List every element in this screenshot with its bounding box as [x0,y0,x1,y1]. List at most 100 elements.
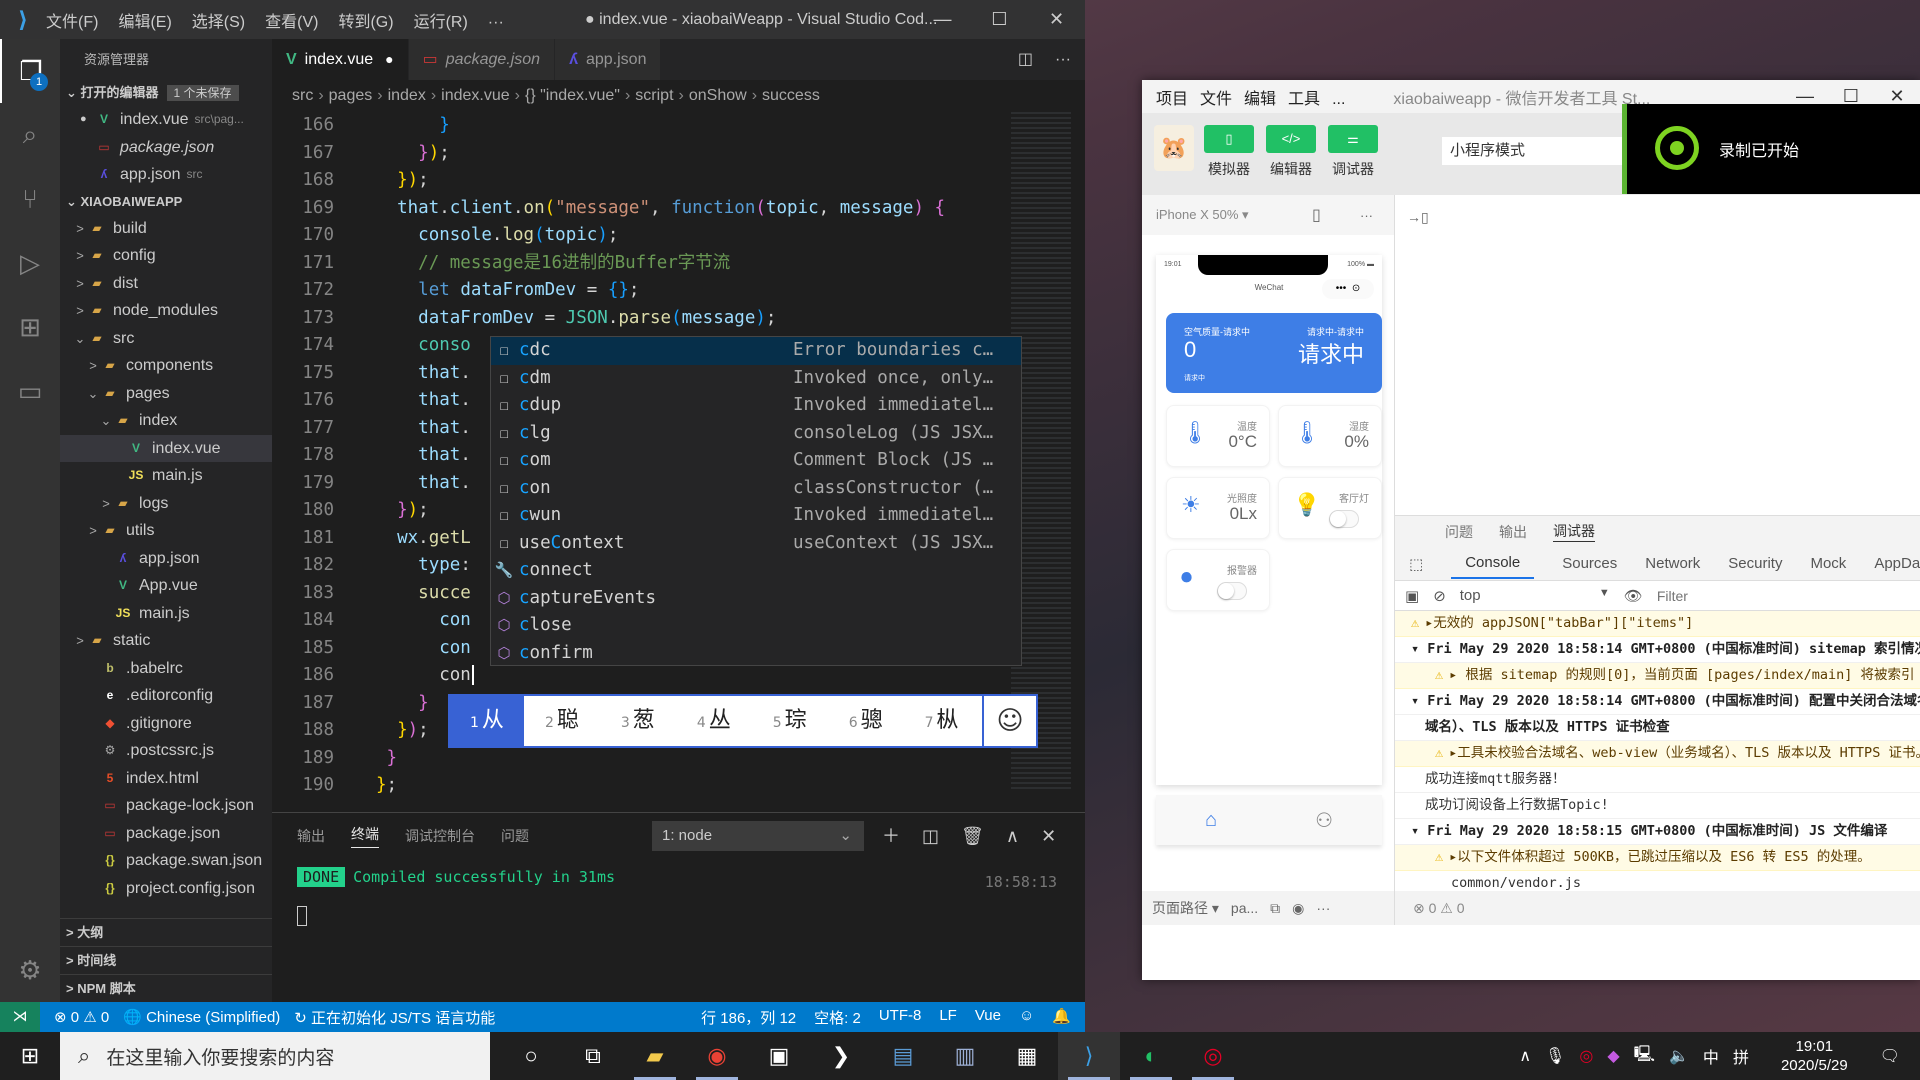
wx-menu-item[interactable]: 项目 [1156,91,1188,108]
tree-item-projectconfigjson[interactable]: {} project.config.json [60,875,272,903]
app-tray-icon[interactable]: ◆ [1607,1046,1619,1066]
emoji-icon[interactable]: ☺ [982,696,1036,746]
tree-item-components[interactable]: > ▰ components [60,352,272,380]
wx-menu-item[interactable]: 编辑 [1244,91,1276,108]
suggestion-item[interactable]: ☐ con classConstructor (… [491,475,1021,503]
tree-item-packagejson[interactable]: ▭ package.json [60,820,272,848]
panel-tab-终端[interactable]: 终端 [351,824,379,848]
breadcrumb-item[interactable]: onShow [689,87,747,104]
console-line[interactable]: ⚠ ▸工具未校验合法域名、web-view（业务域名）、TLS 版本以及 HTTP… [1395,741,1920,767]
suggestion-item[interactable]: ⬡ close [491,612,1021,640]
toolbar-button-模拟器[interactable]: ▯ 模拟器 [1204,125,1254,179]
input-language[interactable]: 中 [1703,1044,1719,1068]
terminal-output[interactable]: DONE Compiled successfully in 31ms [272,858,1085,930]
console-line[interactable]: ▾ Fri May 29 2020 18:58:14 GMT+0800 (中国标… [1395,689,1920,715]
maximize-button[interactable]: ☐ [971,0,1028,39]
breadcrumb-item[interactable]: success [762,87,820,104]
live-expression-icon[interactable]: 👁 [1624,587,1643,605]
clear-console-icon[interactable]: ⊘ [1433,587,1446,605]
language-pack-status[interactable]: 🌐 Chinese (Simplified) [123,1008,280,1026]
wechat-devtools-taskbar-icon[interactable]: ◐ [1120,1032,1182,1080]
ime-candidate[interactable]: 1从 [450,696,524,746]
chrome-icon[interactable]: ◉ [686,1032,748,1080]
user-avatar[interactable]: 🐹 [1154,125,1194,171]
tree-item-indexvue[interactable]: Vindex.vue [60,434,272,462]
tab-index.vue[interactable]: V index.vue ● [272,39,409,80]
ime-candidate[interactable]: 6骢 [828,696,904,746]
sim-more-icon[interactable]: ··· [1360,208,1373,223]
tree-item-Appvue[interactable]: V App.vue [60,572,272,600]
language-mode[interactable]: Vue [975,1007,1001,1028]
suggestion-item[interactable]: ☐ cwun Invoked immediatel… [491,502,1021,530]
debug-tab-调试器[interactable]: 调试器 [1553,521,1595,542]
wx-menu-item[interactable]: ... [1332,91,1345,108]
devtools-tab-Mock[interactable]: Mock [1810,555,1846,572]
menu-item[interactable]: 编辑(E) [118,14,171,31]
tree-item-index[interactable]: ⌄ ▰ index [60,407,272,435]
sidebar-toggle-icon[interactable]: ▣ [1405,587,1419,605]
device-select[interactable]: iPhone X 50% ▾ [1156,207,1249,223]
minimize-button[interactable]: — [914,0,971,39]
start-button[interactable]: ⊞ [0,1043,60,1069]
sidebar-section-NPM 脚本[interactable]: > NPM 脚本 [60,974,272,1002]
calculator-icon[interactable]: ▦ [996,1032,1058,1080]
powershell-icon[interactable]: ❯ [810,1032,872,1080]
source-control-icon[interactable]: ⑂ [0,167,60,231]
open-editor-item[interactable]: ʎ app.json src [60,161,272,189]
context-select[interactable]: top ▼ [1460,587,1610,604]
tree-item-editorconfig[interactable]: e .editorconfig [60,682,272,710]
notifications-icon[interactable]: 🔔 [1052,1007,1071,1028]
tree-item-packageswanjson[interactable]: {} package.swan.json [60,847,272,875]
tree-item-babelrc[interactable]: b .babelrc [60,655,272,683]
devtools-tab-Security[interactable]: Security [1728,555,1782,572]
feedback-icon[interactable]: ☺ [1019,1007,1034,1028]
suggestion-item[interactable]: ⬡ confirm [491,640,1021,668]
ime-mode[interactable]: 拼 [1733,1044,1749,1068]
search-icon[interactable]: ⌕ [0,103,60,167]
settings-gear-icon[interactable]: ⚙ [0,938,60,1002]
breadcrumb-item[interactable]: index [388,87,426,104]
terminal-select[interactable]: 1: node ⌄ [652,821,864,851]
breadcrumb-item[interactable]: script [635,87,673,104]
panel-tab-调试控制台[interactable]: 调试控制台 [405,826,475,846]
ime-candidate[interactable]: 3葱 [600,696,676,746]
console-line[interactable]: ⚠ ▸ 根据 sitemap 的规则[0]，当前页面 [pages/index/m… [1395,663,1920,689]
building-app-icon[interactable]: ▥ [934,1032,996,1080]
eye-icon[interactable]: ◉ [1292,900,1304,917]
toolbar-button-调试器[interactable]: ⚌ 调试器 [1328,125,1378,179]
sidebar-section-时间线[interactable]: > 时间线 [60,946,272,974]
panel-tab-输出[interactable]: 输出 [297,826,325,846]
new-terminal-icon[interactable]: ＋ [882,821,900,851]
devtools-tab-AppDat[interactable]: AppDat [1874,555,1920,572]
maximize-panel-icon[interactable]: ∧ [1006,821,1019,851]
console-line[interactable]: 成功连接mqtt服务器！ [1395,767,1920,793]
menu-item[interactable]: 查看(V) [265,14,318,31]
sim-footer-more-icon[interactable]: ··· [1316,900,1330,916]
split-editor-icon[interactable]: ◫ [1018,39,1033,80]
tree-item-utils[interactable]: > ▰ utils [60,517,272,545]
tree-item-indexhtml[interactable]: 5 index.html [60,765,272,793]
eol[interactable]: LF [939,1007,957,1028]
open-editors-section[interactable]: ⌄ 打开的编辑器 1 个未保存 [60,80,272,106]
mode-select[interactable]: 小程序模式 [1442,137,1622,165]
debug-tab-输出[interactable]: 输出 [1499,522,1527,542]
ime-candidate[interactable]: 5琮 [752,696,828,746]
open-editor-item[interactable]: ▭ package.json [60,134,272,162]
tree-item-appjson[interactable]: ʎ app.json [60,545,272,573]
menu-item[interactable]: ··· [488,14,504,31]
cortana-icon[interactable]: ○ [500,1032,562,1080]
suggestion-item[interactable]: ☐ cdup Invoked immediatel… [491,392,1021,420]
suggestion-item[interactable]: ☐ useContext useContext (JS JSX… [491,530,1021,558]
suggestion-item[interactable]: ☐ clg consoleLog (JS JSX… [491,420,1021,448]
breadcrumb-item[interactable]: src [292,87,313,104]
tree-item-mainjs[interactable]: JS main.js [60,462,272,490]
split-terminal-icon[interactable]: ◫ [922,821,939,851]
menu-item[interactable]: 运行(R) [414,14,468,31]
console-line[interactable]: 成功订阅设备上行数据Topic! [1395,793,1920,819]
suggestion-item[interactable]: ☐ cdm Invoked once, only… [491,365,1021,393]
project-section[interactable]: ⌄ XIAOBAIWEAPP [60,189,272,215]
action-center-icon[interactable]: 🗨 [1880,1046,1900,1066]
extensions-icon[interactable]: ⊞ [0,295,60,359]
sensor-toggle[interactable] [1217,582,1247,600]
console-line[interactable]: ▾ Fri May 29 2020 18:58:14 GMT+0800 (中国标… [1395,637,1920,663]
